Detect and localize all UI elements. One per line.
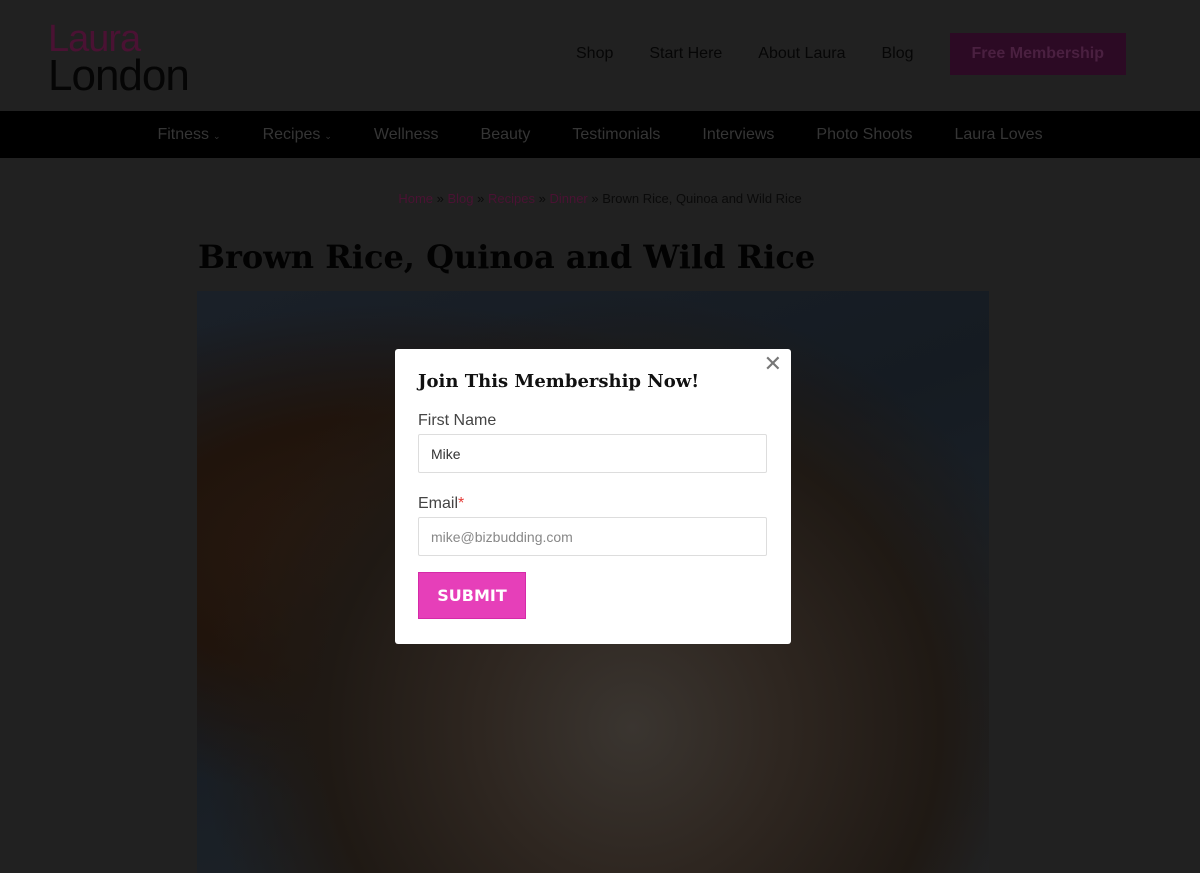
first-name-label: First Name bbox=[418, 412, 497, 429]
nav-testimonials[interactable]: Testimonials bbox=[572, 126, 660, 144]
required-mark: * bbox=[458, 495, 465, 512]
free-membership-button[interactable]: Free Membership bbox=[949, 33, 1126, 75]
chevron-down-icon: ⌄ bbox=[324, 130, 332, 141]
breadcrumb-dinner[interactable]: Dinner bbox=[549, 191, 587, 206]
nav-photo-shoots[interactable]: Photo Shoots bbox=[816, 126, 912, 144]
breadcrumb-current: Brown Rice, Quinoa and Wild Rice bbox=[602, 191, 802, 206]
submit-button[interactable]: SUBMIT bbox=[418, 572, 526, 619]
nav-recipes[interactable]: Recipes ⌄ bbox=[263, 126, 332, 144]
breadcrumb: Home » Blog » Recipes » Dinner » Brown R… bbox=[398, 191, 802, 206]
nav-laura-loves[interactable]: Laura Loves bbox=[955, 126, 1043, 144]
page-title: Brown Rice, Quinoa and Wild Rice bbox=[198, 238, 816, 276]
breadcrumb-recipes[interactable]: Recipes bbox=[488, 191, 535, 206]
site-logo[interactable]: Laura London bbox=[48, 20, 190, 98]
nav-shop[interactable]: Shop bbox=[576, 45, 613, 63]
nav-about-laura[interactable]: About Laura bbox=[758, 45, 845, 63]
membership-modal: ✕ Join This Membership Now! First Name E… bbox=[395, 349, 791, 644]
nav-start-here[interactable]: Start Here bbox=[649, 45, 722, 63]
top-nav: Shop Start Here About Laura Blog Free Me… bbox=[576, 33, 1126, 75]
chevron-down-icon: ⌄ bbox=[213, 130, 221, 141]
modal-title: Join This Membership Now! bbox=[418, 371, 700, 392]
nav-beauty[interactable]: Beauty bbox=[481, 126, 531, 144]
nav-wellness[interactable]: Wellness bbox=[374, 126, 439, 144]
category-nav: Fitness ⌄ Recipes ⌄ Wellness Beauty Testim… bbox=[0, 111, 1200, 158]
email-input[interactable] bbox=[418, 517, 767, 556]
email-label: Email* bbox=[418, 495, 465, 512]
site-header: Laura London Shop Start Here About Laura… bbox=[0, 0, 1200, 111]
first-name-input[interactable] bbox=[418, 434, 767, 473]
nav-fitness[interactable]: Fitness ⌄ bbox=[157, 126, 220, 144]
breadcrumb-blog[interactable]: Blog bbox=[448, 191, 474, 206]
nav-interviews[interactable]: Interviews bbox=[702, 126, 774, 144]
close-icon[interactable]: ✕ bbox=[764, 352, 782, 377]
breadcrumb-home[interactable]: Home bbox=[398, 191, 433, 206]
nav-blog[interactable]: Blog bbox=[881, 45, 913, 63]
